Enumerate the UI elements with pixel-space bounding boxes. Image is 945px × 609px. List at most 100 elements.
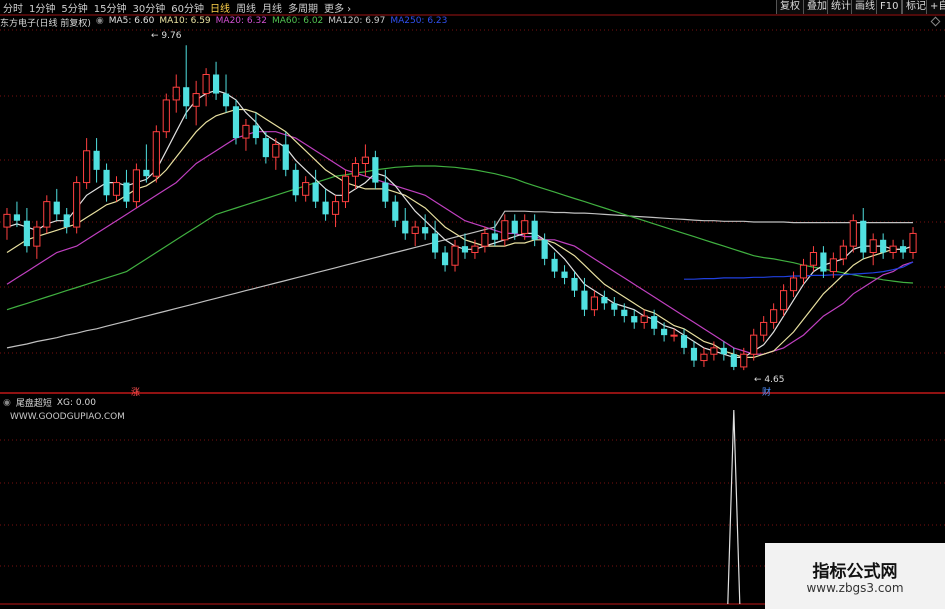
ma60-line: [6, 165, 914, 311]
candle-body-down: [621, 309, 628, 317]
candle-body-up: [43, 201, 51, 228]
ma10-label: MA10: 6.59: [159, 16, 211, 26]
candle-body-down: [322, 201, 329, 215]
ma250-line: [684, 261, 914, 280]
candle-body-down: [611, 303, 618, 310]
candle-body-up: [242, 124, 250, 139]
source-site-text: WWW.GOODGUPIAO.COM: [10, 412, 125, 422]
candle-body-up: [302, 182, 310, 196]
candle-body-down: [63, 214, 70, 228]
candle-body-down: [183, 87, 190, 107]
candle-body-down: [631, 316, 638, 323]
candle-body-down: [103, 169, 110, 196]
candle-body-up: [331, 201, 340, 215]
candle-body-up: [112, 182, 121, 196]
candle-body-up: [172, 86, 180, 101]
candle-body-down: [392, 201, 399, 221]
high-price-label: ← 9.76: [151, 31, 182, 41]
candle-body-down: [820, 252, 827, 272]
candle-body-up: [750, 334, 758, 355]
candle-body-up: [192, 93, 200, 107]
ma20-label: MA20: 6.32: [215, 16, 267, 26]
watermark-box: 指标公式网 www.zbgs3.com: [765, 543, 945, 609]
candle-body-down: [372, 157, 379, 183]
candle-body-down: [252, 125, 259, 139]
candle-body-up: [700, 353, 708, 362]
candle-body-up: [361, 156, 369, 164]
candle-body-down: [880, 239, 887, 253]
candle-body-down: [292, 169, 299, 196]
candle-body-down: [730, 354, 737, 367]
candle-body-down: [680, 335, 688, 348]
settings-icon[interactable]: ◉: [96, 16, 104, 29]
candle-body-down: [661, 328, 668, 336]
candle-body-down: [312, 182, 319, 202]
candle-body-down: [382, 182, 389, 202]
ma120-label: MA120: 6.97: [328, 16, 386, 26]
candle-body-down: [531, 220, 538, 240]
cai-marker[interactable]: 财: [762, 385, 771, 398]
candle-body-up: [152, 131, 160, 177]
candle-body-up: [770, 309, 778, 323]
candle-body-down: [581, 290, 588, 310]
ma60-label: MA60: 6.02: [271, 16, 324, 26]
candle-body-up: [73, 182, 81, 228]
candle-body-up: [640, 315, 648, 323]
candle-body-up: [889, 245, 897, 253]
candle-body-down: [860, 220, 867, 253]
candle-body-down: [432, 233, 439, 253]
candle-body-down: [282, 144, 289, 170]
candle-body-up: [471, 245, 479, 253]
candle-body-up: [789, 277, 798, 292]
candle-body-up: [809, 252, 818, 266]
signal-spike: [727, 409, 741, 605]
candle-body-up: [162, 99, 170, 133]
candle-body-up: [521, 220, 529, 234]
candle-body-up: [670, 334, 678, 337]
candle-body-down: [461, 246, 469, 253]
candle-body-up: [202, 74, 210, 95]
candle-body-down: [441, 252, 449, 266]
xg-value: XG: 0.00: [56, 397, 96, 408]
candle-body-up: [132, 169, 140, 203]
candle-body-down: [491, 233, 498, 240]
candle-body-up: [710, 347, 718, 355]
kline-chart[interactable]: [0, 0, 945, 609]
candle-body-up: [351, 163, 360, 177]
candle-body-down: [601, 297, 608, 304]
candle-body-up: [849, 220, 857, 247]
low-price-label: ← 4.65: [754, 375, 785, 385]
watermark-title: 指标公式网: [812, 562, 898, 582]
candle-body-up: [740, 353, 748, 368]
candle-body-down: [93, 150, 100, 170]
candle-body-down: [899, 246, 907, 253]
candle-body-down: [422, 227, 429, 234]
candle-body-down: [571, 277, 578, 291]
candle-body-down: [212, 74, 220, 94]
zhang-marker[interactable]: 涨: [131, 385, 140, 398]
candle-body-up: [829, 258, 837, 273]
candle-body-up: [839, 245, 847, 260]
candle-body-up: [481, 232, 489, 247]
candle-body-down: [690, 347, 698, 361]
stock-name: 东方电子(日线 前复权): [0, 19, 91, 29]
candle-body-up: [760, 321, 768, 336]
candle-body-down: [222, 93, 230, 107]
candle-body-up: [33, 226, 41, 247]
candle-body-down: [53, 201, 60, 215]
candle-body-up: [590, 296, 598, 311]
candle-body-down: [651, 316, 658, 329]
candle-body-down: [541, 239, 548, 259]
candle-body-up: [411, 226, 419, 234]
sub-settings-icon[interactable]: ◉: [3, 398, 11, 408]
candle-body-down: [551, 258, 558, 272]
candle-body-up: [83, 150, 91, 184]
sub-indicator-legend: ◉ 尾盘超短 XG: 0.00: [3, 396, 101, 410]
candle-body-down: [561, 271, 568, 278]
candle-body-up: [272, 143, 280, 158]
ma5-label: MA5: 6.60: [108, 16, 155, 26]
candle-body-down: [511, 220, 518, 234]
candle-body-down: [23, 220, 30, 247]
candle-body-down: [720, 347, 727, 355]
indicator-legend: 东方电子(日线 前复权) ◉ MA5: 6.60 MA10: 6.59 MA20…: [0, 16, 452, 29]
